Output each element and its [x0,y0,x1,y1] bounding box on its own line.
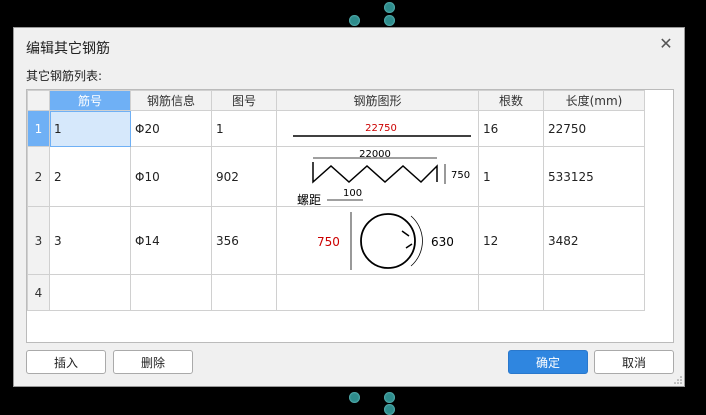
resize-grip-icon[interactable] [674,376,682,384]
cell-tuhao[interactable]: 1 [211,110,277,147]
list-label: 其它钢筋列表: [26,69,103,83]
cell-count[interactable]: 12 [478,206,544,275]
edit-other-rebar-dialog: 编辑其它钢筋 ✕ 其它钢筋列表: 筋号 钢筋信息 图号 钢筋图形 根数 长度(m… [13,27,685,387]
shape-length-label: 22750 [365,123,397,134]
table-row[interactable]: 4 [27,274,645,311]
cell-jinhao[interactable]: 3 [49,206,131,275]
table-row[interactable]: 3 3 Φ14 356 750 630 12 3482 [27,206,645,275]
cell-length[interactable] [543,274,645,311]
connector-dot [384,15,395,26]
straight-bar-diagram: 22750 [293,123,471,137]
column-header[interactable]: 根数 [478,90,544,111]
cell-tuhao[interactable]: 902 [211,146,277,207]
corner-cell [27,90,50,111]
row-header[interactable]: 2 [27,146,50,207]
connector-dot [384,392,395,403]
connector-dot [384,404,395,415]
cell-shape[interactable]: 22750 [276,110,479,147]
circular-hoop-diagram: 750 630 [317,211,454,270]
spiral-bar-diagram: 22000 750 100 螺距 [297,149,470,206]
cell-jinhao[interactable]: 1 [49,110,131,147]
cell-jinhao[interactable]: 2 [49,146,131,207]
column-header[interactable]: 图号 [211,90,277,111]
cancel-button[interactable]: 取消 [594,350,674,374]
cell-tuhao[interactable]: 356 [211,206,277,275]
rebar-table: 筋号 钢筋信息 图号 钢筋图形 根数 长度(mm) 1 1 Φ20 1 2275… [27,90,645,311]
cell-count[interactable]: 16 [478,110,544,147]
dialog-title: 编辑其它钢筋 [26,41,110,57]
table-header-row: 筋号 钢筋信息 图号 钢筋图形 根数 长度(mm) [27,90,645,111]
row-header[interactable]: 3 [27,206,50,275]
shape-pitch-caption: 螺距 [297,193,321,206]
shape-left-label: 750 [317,235,340,249]
cell-length[interactable]: 3482 [543,206,645,275]
cell-shape[interactable] [276,274,479,311]
column-header[interactable]: 长度(mm) [543,90,645,111]
connector-dot [349,392,360,403]
column-header[interactable]: 钢筋信息 [130,90,212,111]
cell-shape[interactable]: 750 630 [276,206,479,275]
cell-info[interactable]: Φ10 [130,146,212,207]
cell-length[interactable]: 22750 [543,110,645,147]
cell-jinhao[interactable] [49,274,131,311]
cell-info[interactable] [130,274,212,311]
cell-length[interactable]: 533125 [543,146,645,207]
insert-button[interactable]: 插入 [26,350,106,374]
connector-dot [349,15,360,26]
cell-info[interactable]: Φ14 [130,206,212,275]
row-header[interactable]: 1 [27,110,50,147]
connector-dot [384,2,395,13]
table-row[interactable]: 1 1 Φ20 1 22750 16 22750 [27,110,645,147]
row-header[interactable]: 4 [27,274,50,311]
rebar-grid[interactable]: 筋号 钢筋信息 图号 钢筋图形 根数 长度(mm) 1 1 Φ20 1 2275… [26,89,674,343]
shape-top-label: 22000 [359,149,391,160]
column-header[interactable]: 筋号 [49,90,131,111]
cell-info[interactable]: Φ20 [130,110,212,147]
column-header[interactable]: 钢筋图形 [276,90,479,111]
shape-pitch-label: 100 [343,188,362,199]
cell-tuhao[interactable] [211,274,277,311]
shape-right-label: 630 [431,235,454,249]
shape-height-label: 750 [451,170,470,181]
table-row[interactable]: 2 2 Φ10 902 22000 750 100 螺距 1 533125 [27,146,645,207]
close-icon[interactable]: ✕ [658,36,674,52]
cell-count[interactable] [478,274,544,311]
cell-shape[interactable]: 22000 750 100 螺距 [276,146,479,207]
cell-count[interactable]: 1 [478,146,544,207]
ok-button[interactable]: 确定 [508,350,588,374]
delete-button[interactable]: 删除 [113,350,193,374]
